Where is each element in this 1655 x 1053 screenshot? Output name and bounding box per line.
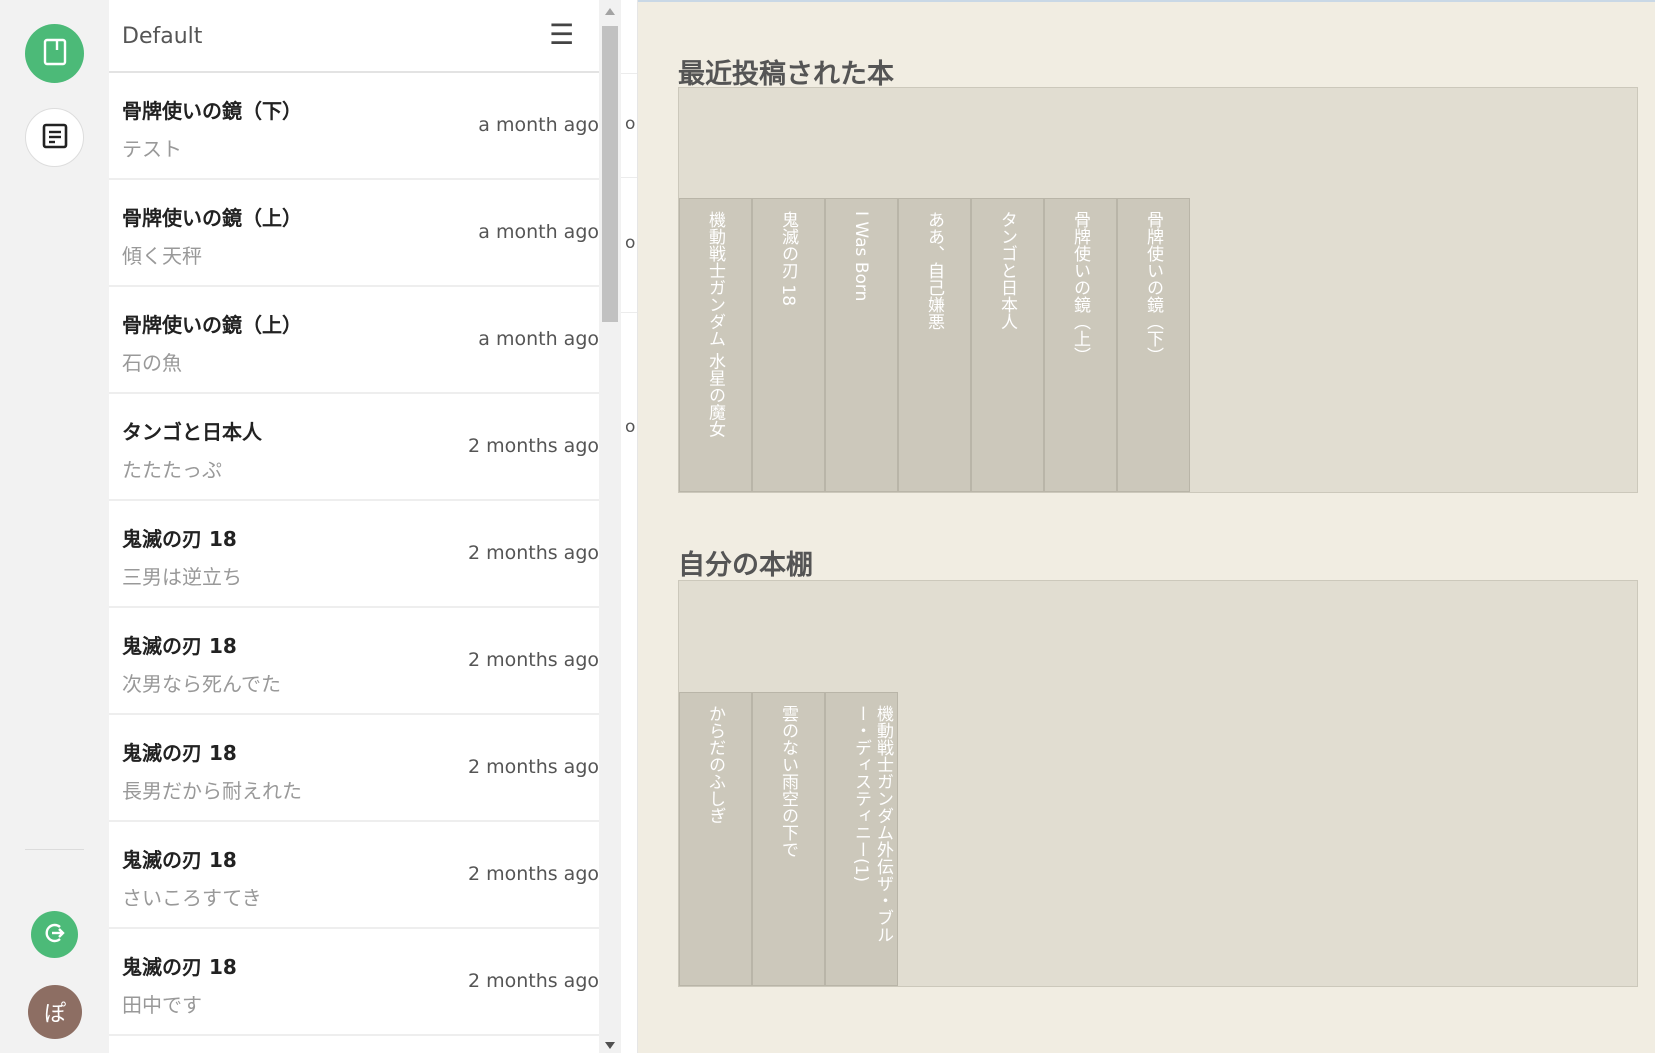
- book-spine[interactable]: 鬼滅の刃 18: [752, 198, 825, 492]
- rail-divider: [25, 849, 84, 850]
- note-icon: [41, 122, 69, 154]
- scroll-down-arrow-icon[interactable]: [605, 1042, 615, 1049]
- notes-nav-button[interactable]: [25, 108, 84, 167]
- book-spine-title: 機動戦士ガンダム 水星の魔女: [705, 211, 725, 438]
- list-item-date: 2 months ago: [467, 649, 599, 671]
- list-item[interactable]: タンゴと日本人 たたたっぷ 2 months ago: [109, 394, 599, 501]
- nav-rail: ぽ: [0, 0, 109, 1053]
- book-spine[interactable]: 骨牌使いの鏡（下）: [1117, 198, 1190, 492]
- list-item-title: 鬼滅の刃 18: [122, 634, 237, 658]
- main-content: 最近投稿された本 機動戦士ガンダム 水星の魔女 鬼滅の刃 18 I Was Born…: [638, 0, 1655, 1053]
- book-spine[interactable]: 機動戦士ガンダム外伝ザ・ブルー・ディスティニー(1): [825, 692, 898, 986]
- peek-text: o: [625, 233, 636, 253]
- book-list-pane: Default ☰ 骨牌使いの鏡（下） テスト a month ago 骨牌使いの鏡（…: [109, 0, 599, 1053]
- book-spine-title: 機動戦士ガンダム外伝ザ・ブルー・ディスティニー(1): [851, 705, 893, 943]
- list-item-title: 骨牌使いの鏡（下）: [122, 99, 302, 123]
- list-item-subtitle: 三男は逆立ち: [122, 565, 242, 589]
- list-item-title: 鬼滅の刃 18: [122, 848, 237, 872]
- list-item[interactable]: 鬼滅の刃 18 長男だから耐えれた 2 months ago: [109, 715, 599, 822]
- list-item-date: a month ago: [478, 328, 599, 350]
- logout-button[interactable]: [31, 911, 78, 958]
- book-spine-title: 骨牌使いの鏡（下）: [1143, 211, 1163, 364]
- list-item-date: 2 months ago: [467, 435, 599, 457]
- books-nav-button[interactable]: [25, 24, 84, 83]
- list-item-subtitle: テスト: [122, 137, 182, 161]
- list-item[interactable]: 鬼滅の刃 18 次男なら死んでた 2 months ago: [109, 608, 599, 715]
- list-scrollbar[interactable]: [599, 0, 621, 1053]
- book-spine-title: タンゴと日本人: [997, 211, 1017, 330]
- peek-divider: [621, 73, 637, 74]
- book-spine-title: 鬼滅の刃 18: [778, 211, 798, 307]
- peek-text: o: [625, 417, 636, 437]
- list-item-subtitle: 長男だから耐えれた: [122, 779, 302, 803]
- my-shelf-heading: 自分の本棚: [678, 550, 813, 581]
- list-item[interactable]: 骨牌使いの鏡（上） 石の魚 a month ago: [109, 287, 599, 394]
- list-item-subtitle: 田中です: [122, 993, 202, 1017]
- list-item[interactable]: 鬼滅の刃 18 三男は逆立ち 2 months ago: [109, 501, 599, 608]
- recent-books-shelf: 機動戦士ガンダム 水星の魔女 鬼滅の刃 18 I Was Born ああ、自己嫌悪 タン…: [678, 87, 1638, 493]
- book-spine-title: からだのふしぎ: [705, 705, 725, 824]
- list-item[interactable]: 鬼滅の刃 18 さいころすてき 2 months ago: [109, 822, 599, 929]
- book-spine[interactable]: 雲のない雨空の下で: [752, 692, 825, 986]
- list-item[interactable]: 骨牌使いの鏡（上） 傾く天秤 a month ago: [109, 180, 599, 287]
- list-item-title: 骨牌使いの鏡（上）: [122, 206, 302, 230]
- recent-books-heading: 最近投稿された本: [678, 59, 894, 90]
- book-icon: [42, 38, 68, 70]
- list-item-subtitle: たたたっぷ: [122, 458, 222, 482]
- peek-text: o: [625, 114, 636, 134]
- list-item-date: a month ago: [478, 221, 599, 243]
- book-spine-title: I Was Born: [851, 211, 871, 302]
- list-item-title: 鬼滅の刃 18: [122, 527, 237, 551]
- avatar-initial: ぽ: [43, 1002, 66, 1027]
- adjacent-pane-edge: o o o: [621, 0, 638, 1053]
- list-item-date: 2 months ago: [467, 970, 599, 992]
- list-item[interactable]: 骨牌使いの鏡（下） テスト a month ago: [109, 73, 599, 180]
- book-spine[interactable]: タンゴと日本人: [971, 198, 1044, 492]
- book-spine-title: ああ、自己嫌悪: [924, 211, 944, 330]
- book-spine[interactable]: I Was Born: [825, 198, 898, 492]
- book-spine[interactable]: 機動戦士ガンダム 水星の魔女: [679, 198, 752, 492]
- list-header: Default ☰: [109, 0, 599, 73]
- user-avatar[interactable]: ぽ: [28, 985, 82, 1039]
- list-item-subtitle: 傾く天秤: [122, 244, 202, 268]
- list-item-date: 2 months ago: [467, 863, 599, 885]
- book-spine[interactable]: からだのふしぎ: [679, 692, 752, 986]
- my-bookshelf: からだのふしぎ 雲のない雨空の下で 機動戦士ガンダム外伝ザ・ブルー・ディスティニー(…: [678, 580, 1638, 987]
- peek-divider: [621, 312, 637, 313]
- scroll-thumb[interactable]: [602, 26, 618, 322]
- list-item-subtitle: 石の魚: [122, 351, 182, 375]
- list-item-date: 2 months ago: [467, 542, 599, 564]
- list-item-subtitle: さいころすてき: [122, 886, 262, 910]
- scroll-up-arrow-icon[interactable]: [605, 8, 615, 15]
- book-spine-title: 骨牌使いの鏡（上）: [1070, 211, 1090, 364]
- list-title: Default: [122, 24, 203, 49]
- book-spine[interactable]: 骨牌使いの鏡（上）: [1044, 198, 1117, 492]
- list-item-title: 鬼滅の刃 18: [122, 955, 237, 979]
- list-item-date: a month ago: [478, 114, 599, 136]
- peek-divider: [621, 177, 637, 178]
- book-spine-title: 雲のない雨空の下で: [778, 705, 798, 858]
- list-item-title: タンゴと日本人: [122, 420, 262, 444]
- list-item-title: 骨牌使いの鏡（上）: [122, 313, 302, 337]
- logout-icon: [43, 921, 67, 949]
- list-item-title: 鬼滅の刃 18: [122, 741, 237, 765]
- list-item-subtitle: 次男なら死んでた: [122, 672, 281, 696]
- book-spine[interactable]: ああ、自己嫌悪: [898, 198, 971, 492]
- list-item-date: 2 months ago: [467, 756, 599, 778]
- list-item[interactable]: 鬼滅の刃 18 田中です 2 months ago: [109, 929, 599, 1036]
- menu-icon[interactable]: ☰: [549, 18, 574, 52]
